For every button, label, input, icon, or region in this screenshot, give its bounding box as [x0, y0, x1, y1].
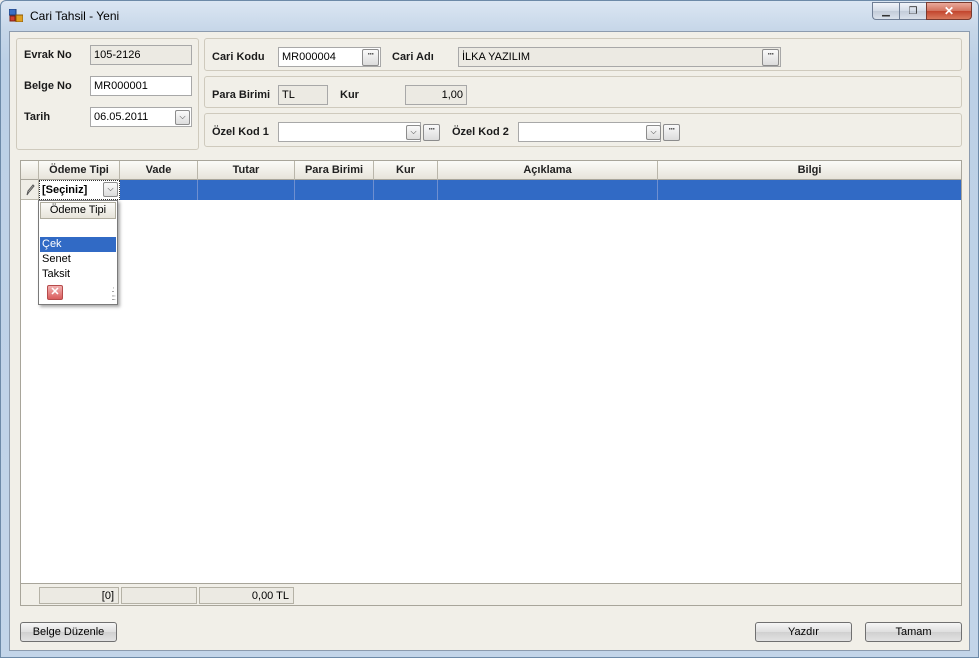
popup-option-cek[interactable]: Çek: [40, 237, 116, 252]
grid-header: Ödeme Tipi Vade Tutar Para Birimi Kur Aç…: [21, 161, 961, 180]
kur-label: Kur: [340, 89, 359, 101]
ozel-kod-1-dropdown-icon[interactable]: ⌵: [406, 125, 421, 140]
cari-adi-ellipsis-icon[interactable]: ···: [762, 49, 779, 66]
odeme-tipi-popup: Ödeme Tipi Çek Senet Taksit ✕ .::::: [38, 200, 118, 305]
col-kur[interactable]: Kur: [374, 161, 438, 180]
ozel-kod-2-ellipsis-icon[interactable]: ···: [663, 124, 680, 141]
tarih-dropdown-icon[interactable]: ⌵: [175, 110, 190, 125]
col-bilgi[interactable]: Bilgi: [658, 161, 961, 180]
cari-adi-label: Cari Adı: [392, 51, 434, 63]
para-birimi-label: Para Birimi: [212, 89, 271, 101]
document-panel: Evrak No 105-2126 Belge No MR000001 Tari…: [16, 38, 199, 150]
app-window: Cari Tahsil - Yeni ▁ ❐ ✕ Evrak No 105-21…: [0, 0, 979, 658]
odeme-tipi-value: [Seçiniz]: [42, 184, 88, 196]
col-vade[interactable]: Vade: [120, 161, 198, 180]
ozel-kod-1-ellipsis-icon[interactable]: ···: [423, 124, 440, 141]
row-cell-vade[interactable]: [120, 180, 198, 200]
row-cell-para-birimi[interactable]: [295, 180, 374, 200]
tamam-button[interactable]: Tamam: [865, 622, 962, 642]
grid-footer: [0] 0,00 TL: [21, 583, 961, 605]
col-para-birimi[interactable]: Para Birimi: [295, 161, 374, 180]
popup-close-icon[interactable]: ✕: [47, 285, 63, 300]
cari-kodu-ellipsis-icon[interactable]: ···: [362, 49, 379, 66]
cari-kodu-label: Cari Kodu: [212, 51, 265, 63]
para-birimi-field: TL: [278, 85, 328, 105]
codes-panel: Özel Kod 1 ⌵ ··· Özel Kod 2 ⌵ ···: [204, 113, 962, 147]
ozel-kod-2-dropdown-icon[interactable]: ⌵: [646, 125, 661, 140]
resize-grip-icon[interactable]: .::::: [111, 286, 116, 302]
close-icon[interactable]: ✕: [926, 2, 972, 20]
popup-option-senet[interactable]: Senet: [40, 252, 116, 267]
minimize-icon[interactable]: ▁: [872, 2, 899, 20]
payment-grid[interactable]: Ödeme Tipi Vade Tutar Para Birimi Kur Aç…: [20, 160, 962, 606]
row-cell-kur[interactable]: [374, 180, 438, 200]
cari-adi-field: İLKA YAZILIM: [458, 47, 781, 67]
popup-header: Ödeme Tipi: [40, 202, 116, 219]
popup-option-blank[interactable]: [40, 222, 116, 237]
pencil-icon: [26, 184, 35, 196]
cari-panel: Cari Kodu MR000004 ··· Cari Adı İLKA YAZ…: [204, 38, 962, 71]
table-row[interactable]: [39, 180, 961, 200]
row-cell-aciklama[interactable]: [438, 180, 658, 200]
grid-indicator-header: [21, 161, 39, 180]
row-cell-tutar[interactable]: [198, 180, 295, 200]
belge-no-field[interactable]: MR000001: [90, 76, 192, 96]
footer-empty: [121, 587, 197, 604]
ozel-kod-1-field[interactable]: [278, 122, 421, 142]
app-icon: [9, 9, 23, 22]
col-odeme-tipi[interactable]: Ödeme Tipi: [39, 161, 120, 180]
row-indicator[interactable]: [21, 180, 39, 200]
evrak-no-label: Evrak No: [24, 49, 72, 61]
title-bar[interactable]: Cari Tahsil - Yeni ▁ ❐ ✕: [1, 1, 978, 31]
col-tutar[interactable]: Tutar: [198, 161, 295, 180]
footer-count: [0]: [39, 587, 119, 604]
col-aciklama[interactable]: Açıklama: [438, 161, 658, 180]
kur-field: 1,00: [405, 85, 467, 105]
evrak-no-field: 105-2126: [90, 45, 192, 65]
window-title: Cari Tahsil - Yeni: [30, 9, 120, 23]
currency-panel: Para Birimi TL Kur 1,00: [204, 76, 962, 108]
form-body: Evrak No 105-2126 Belge No MR000001 Tari…: [9, 31, 970, 651]
belge-duzenle-button[interactable]: Belge Düzenle: [20, 622, 117, 642]
yazdir-button[interactable]: Yazdır: [755, 622, 852, 642]
ozel-kod-1-label: Özel Kod 1: [212, 126, 269, 138]
popup-option-taksit[interactable]: Taksit: [40, 267, 116, 282]
ozel-kod-2-field[interactable]: [518, 122, 661, 142]
maximize-icon[interactable]: ❐: [899, 2, 926, 20]
tarih-label: Tarih: [24, 111, 51, 123]
odeme-tipi-dropdown-icon[interactable]: ⌵: [103, 182, 118, 197]
ozel-kod-2-label: Özel Kod 2: [452, 126, 509, 138]
footer-total: 0,00 TL: [199, 587, 294, 604]
belge-no-label: Belge No: [24, 80, 72, 92]
